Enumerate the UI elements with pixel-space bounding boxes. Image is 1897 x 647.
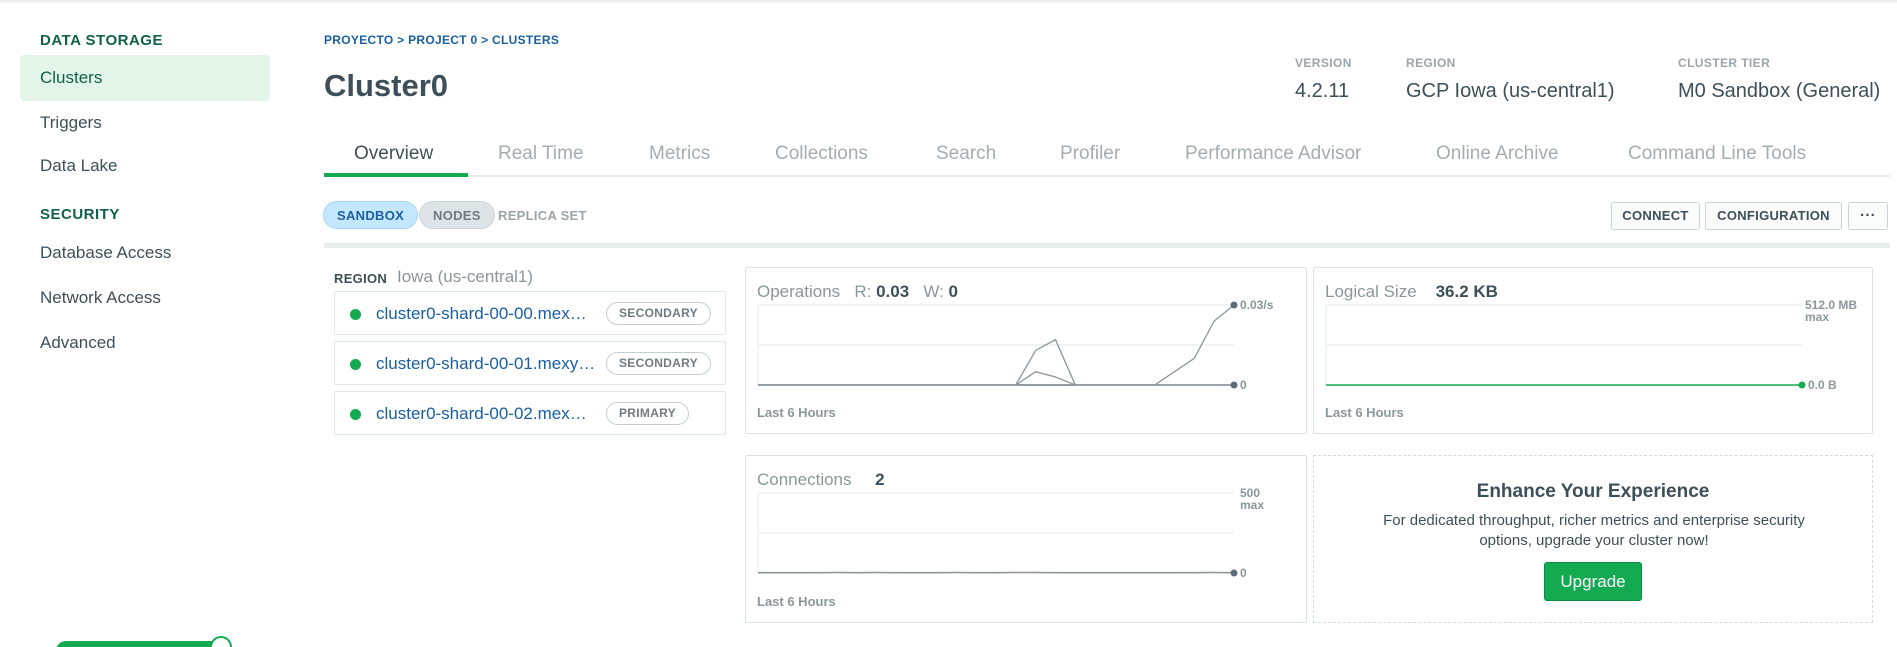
tab-real-time[interactable]: Real Time [498,143,584,165]
operations-title: Operations [757,282,841,301]
operations-chart-card[interactable]: Operations R: 0.03 W: 0 0.03/s 0 Last 6 … [745,267,1307,434]
operations-min-marker [1230,381,1238,389]
page-title: Cluster0 [324,68,449,103]
section-divider [324,243,1890,248]
node-role-badge: SECONDARY [606,352,711,375]
region-panel-value: Iowa (us-central1) [397,267,534,286]
logical-size-footer: Last 6 Hours [1325,405,1404,420]
upsell-text: For dedicated throughput, richer metrics… [1383,512,1805,549]
sidebar-item-triggers[interactable]: Triggers [20,100,270,146]
upgrade-button[interactable]: Upgrade [1544,562,1642,601]
sidebar: DATA STORAGE Clusters Triggers Data Lake… [0,0,290,647]
operations-w-label: W: [923,282,944,301]
tier-label: CLUSTER TIER [1678,56,1771,70]
operations-r-label: R: [854,282,872,301]
version-value: 4.2.11 [1295,80,1350,102]
tab-online-archive[interactable]: Online Archive [1436,143,1559,165]
connections-value: 2 [875,470,885,489]
connections-y-min: 0 [1240,566,1247,580]
sidebar-item-network-access[interactable]: Network Access [20,275,270,321]
operations-title-row: Operations R: 0.03 W: 0 [757,282,958,302]
operations-footer: Last 6 Hours [757,405,836,420]
region-panel-label: REGION [334,271,388,286]
connections-y-max: 500 max [1240,487,1264,511]
tier-meta: CLUSTER TIER M0 Sandbox (General) [1678,56,1880,103]
node-row: cluster0-shard-00-01.mexy… SECONDARY [334,341,726,385]
logical-size-y-max-sub: max [1805,310,1830,324]
tab-collections[interactable]: Collections [775,143,868,165]
connections-grid [757,492,1234,573]
breadcrumb[interactable]: PROYECTO > PROJECT 0 > CLUSTERS [324,33,559,47]
nodes-badge: NODES [419,201,495,229]
status-dot [350,409,361,420]
connections-footer: Last 6 Hours [757,594,836,609]
node-hostname[interactable]: cluster0-shard-00-00.mex… [376,304,587,324]
operations-r-value: 0.03 [876,282,910,301]
replica-set-label: REPLICA SET [498,208,587,223]
connections-title: Connections [757,470,852,489]
sidebar-item-clusters[interactable]: Clusters [20,55,270,101]
connections-y-max-sub: max [1240,498,1265,512]
connections-chart-card[interactable]: Connections 2 500 max 0 Last 6 Hours [745,455,1307,623]
region-label: REGION [1406,56,1456,70]
logical-size-chart-card[interactable]: Logical Size 36.2 KB 512.0 MB max 0.0 B … [1313,267,1873,434]
version-label: VERSION [1295,56,1352,70]
logical-size-grid [1325,304,1802,385]
upgrade-upsell-card: Enhance Your Experience For dedicated th… [1313,455,1873,623]
tab-profiler[interactable]: Profiler [1060,143,1120,165]
node-role-badge: PRIMARY [606,402,689,425]
operations-grid [757,304,1234,385]
connections-marker [1230,569,1238,577]
node-role-badge: SECONDARY [606,302,711,325]
operations-y-max: 0.03/s [1240,298,1274,312]
status-dot [350,309,361,320]
tab-command-line-tools[interactable]: Command Line Tools [1628,143,1806,165]
sidebar-item-database-access[interactable]: Database Access [20,230,270,276]
node-row: cluster0-shard-00-02.mex… PRIMARY [334,391,726,435]
sidebar-item-data-lake[interactable]: Data Lake [20,143,270,189]
chat-widget[interactable] [56,641,226,647]
logical-size-y-min: 0.0 B [1808,378,1837,392]
active-tab-indicator [324,173,468,177]
tier-value: M0 Sandbox (General) [1678,80,1881,102]
logical-size-title-row: Logical Size 36.2 KB [1325,282,1498,302]
operations-max-marker [1230,301,1238,309]
tab-performance-advisor[interactable]: Performance Advisor [1185,143,1361,165]
operations-y-min: 0 [1240,378,1247,392]
section-title-data-storage: DATA STORAGE [40,32,163,49]
status-dot [350,359,361,370]
connect-button[interactable]: CONNECT [1611,202,1700,230]
logical-size-y-max: 512.0 MB max [1805,299,1857,323]
region-meta: REGION GCP Iowa (us-central1) [1406,56,1615,103]
configuration-button[interactable]: CONFIGURATION [1705,202,1842,230]
region-value: GCP Iowa (us-central1) [1406,80,1615,102]
chat-badge[interactable] [210,636,232,647]
logical-size-marker [1798,381,1806,389]
operations-w-value: 0 [948,282,959,301]
connections-title-row: Connections 2 [757,470,885,490]
operations-series-w [758,370,1234,386]
logical-size-title: Logical Size [1325,282,1417,301]
sandbox-badge: SANDBOX [323,201,419,229]
sidebar-item-advanced[interactable]: Advanced [20,320,270,366]
tab-metrics[interactable]: Metrics [649,143,710,165]
tab-bar: Overview Real Time Metrics Collections S… [324,137,1890,177]
node-hostname[interactable]: cluster0-shard-00-01.mexy… [376,354,595,374]
more-options-button[interactable]: ··· [1848,202,1888,230]
logical-size-value: 36.2 KB [1435,282,1498,301]
upsell-title: Enhance Your Experience [1476,481,1710,502]
version-meta: VERSION 4.2.11 [1295,56,1352,103]
tab-search[interactable]: Search [936,143,996,165]
node-row: cluster0-shard-00-00.mex… SECONDARY [334,291,726,335]
section-title-security: SECURITY [40,206,120,223]
tab-overview[interactable]: Overview [354,143,433,165]
node-hostname[interactable]: cluster0-shard-00-02.mex… [376,404,587,424]
